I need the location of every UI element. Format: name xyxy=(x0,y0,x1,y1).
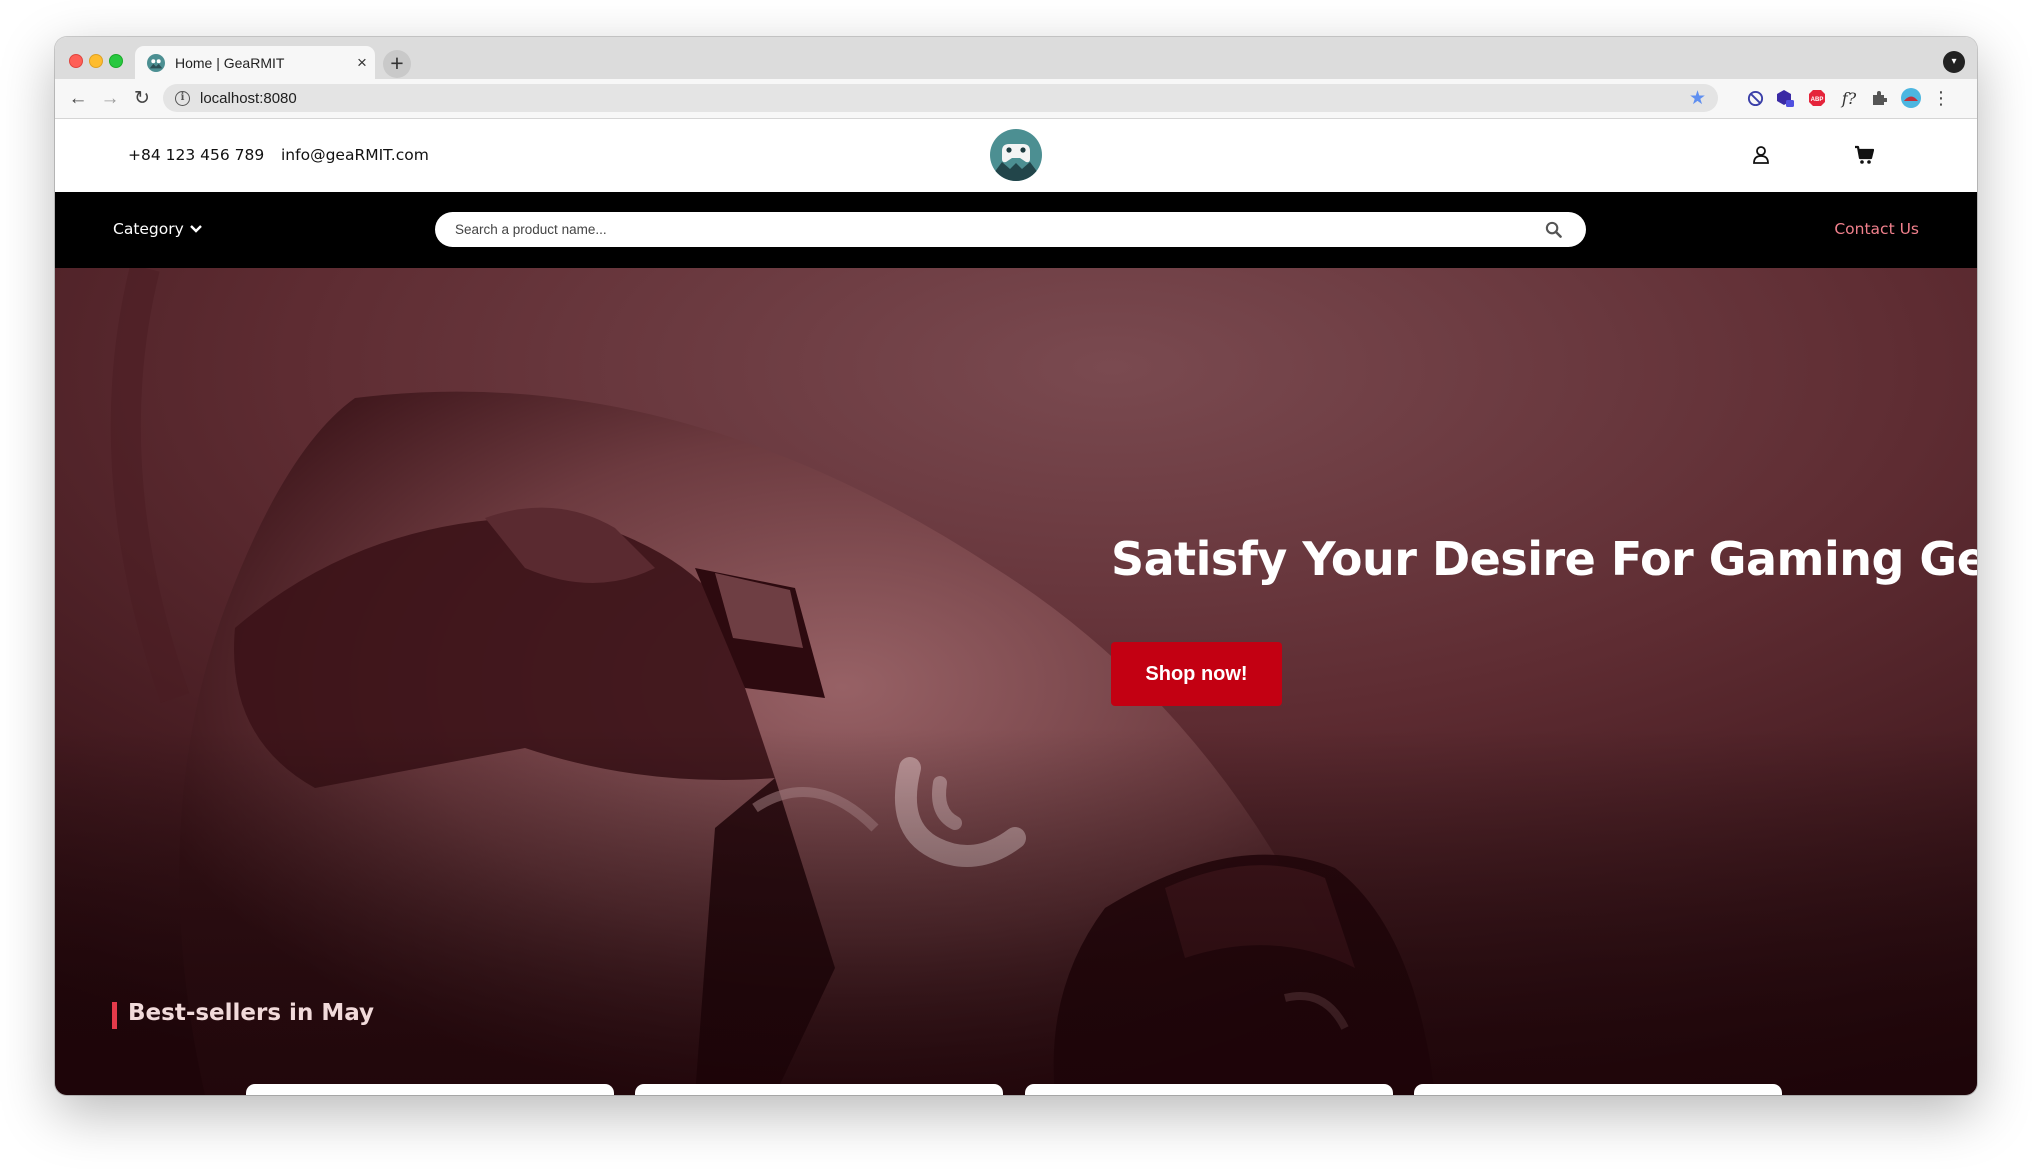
section-accent-bar xyxy=(112,1002,117,1029)
contact-us-link[interactable]: Contact Us xyxy=(1834,220,1919,238)
tab-title: Home | GeaRMIT xyxy=(175,54,285,71)
close-window-button[interactable] xyxy=(69,54,83,68)
main-navbar: Category Contact Us xyxy=(55,192,1977,268)
site-info-icon[interactable]: i xyxy=(175,90,190,106)
user-account-icon[interactable] xyxy=(1751,145,1771,165)
address-bar[interactable]: i localhost:8080 ★ xyxy=(163,84,1718,112)
product-card[interactable] xyxy=(635,1084,1003,1095)
profile-avatar-icon[interactable] xyxy=(1901,88,1921,108)
hero-banner: Satisfy Your Desire For Gaming Gears Sho… xyxy=(55,268,1977,1095)
search-bar xyxy=(435,212,1586,247)
email-address[interactable]: info@geaRMIT.com xyxy=(281,146,429,164)
browser-menu-icon[interactable]: ⋮ xyxy=(1931,88,1951,108)
browser-window: Home | GeaRMIT × + ▾ ← → ↻ i localhost:8… xyxy=(55,37,1977,1095)
shop-now-button[interactable]: Shop now! xyxy=(1111,642,1282,706)
maximize-window-button[interactable] xyxy=(109,54,123,68)
category-dropdown[interactable]: Category xyxy=(113,220,203,238)
bookmark-star-icon[interactable]: ★ xyxy=(1689,87,1706,110)
font-extension-icon[interactable]: f? xyxy=(1839,88,1859,108)
svg-text:ABP: ABP xyxy=(1811,97,1824,103)
url-text[interactable]: localhost:8080 xyxy=(200,90,297,107)
search-input[interactable] xyxy=(455,212,1535,247)
phone-number[interactable]: +84 123 456 789 xyxy=(128,146,264,164)
top-info-bar: +84 123 456 789 info@geaRMIT.com xyxy=(55,119,1977,192)
forward-arrow-icon[interactable]: → xyxy=(97,86,123,112)
product-card[interactable] xyxy=(1025,1084,1393,1095)
tab-close-icon[interactable]: × xyxy=(349,53,375,73)
cube-extension-icon[interactable] xyxy=(1775,88,1795,108)
chevron-down-icon xyxy=(189,225,202,233)
gaming-mouse-hero-image xyxy=(55,268,1977,1095)
tab-home[interactable]: Home | GeaRMIT × xyxy=(135,46,375,79)
web-page: +84 123 456 789 info@geaRMIT.com Categor… xyxy=(55,119,1977,1095)
search-icon[interactable] xyxy=(1545,221,1562,238)
tab-search-icon[interactable]: ▾ xyxy=(1943,51,1965,73)
bestsellers-section-title: Best-sellers in May xyxy=(128,1000,375,1026)
product-card[interactable] xyxy=(1414,1084,1782,1095)
block-extension-icon[interactable] xyxy=(1745,88,1765,108)
shopping-cart-icon[interactable] xyxy=(1854,145,1874,165)
back-arrow-icon[interactable]: ← xyxy=(65,86,91,112)
puzzle-extensions-icon[interactable] xyxy=(1869,88,1889,108)
category-label: Category xyxy=(113,220,184,238)
hero-headline: Satisfy Your Desire For Gaming Gears xyxy=(1111,532,1977,586)
reload-icon[interactable]: ↻ xyxy=(129,86,155,112)
new-tab-button[interactable]: + xyxy=(383,50,411,78)
browser-toolbar: ← → ↻ i localhost:8080 ★ ABP f? ⋮ xyxy=(55,79,1977,119)
gearmit-favicon-icon xyxy=(147,53,165,72)
adblock-extension-icon[interactable]: ABP xyxy=(1807,88,1827,108)
minimize-window-button[interactable] xyxy=(89,54,103,68)
product-card[interactable] xyxy=(246,1084,614,1095)
tab-strip: Home | GeaRMIT × + ▾ xyxy=(55,37,1977,79)
gearmit-logo-icon[interactable] xyxy=(990,129,1042,181)
